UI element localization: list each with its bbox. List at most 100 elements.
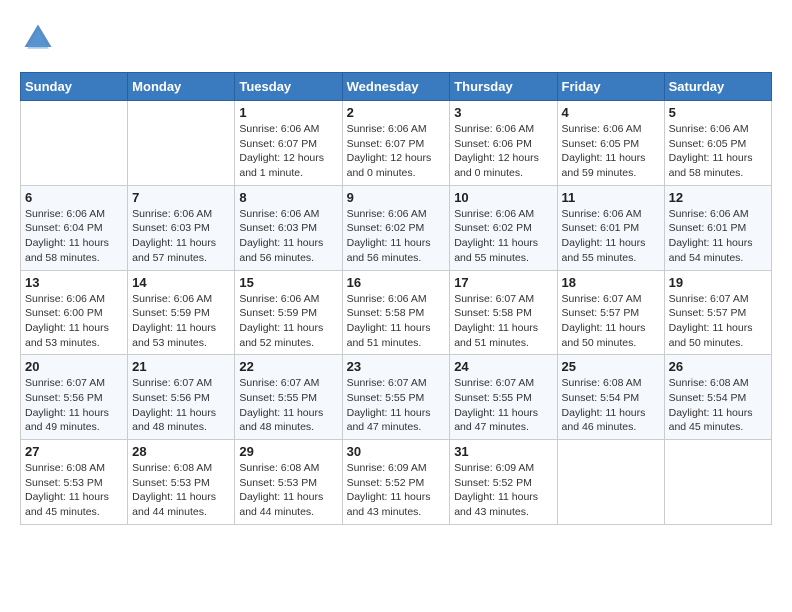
day-info-line: Daylight: 11 hours bbox=[347, 491, 431, 503]
day-info-line: Sunset: 5:54 PM bbox=[562, 392, 640, 404]
day-info: Sunrise: 6:06 AMSunset: 6:01 PMDaylight:… bbox=[669, 207, 767, 266]
day-info-line: Sunset: 6:07 PM bbox=[239, 138, 317, 150]
day-info: Sunrise: 6:06 AMSunset: 5:59 PMDaylight:… bbox=[132, 292, 230, 351]
day-info-line: Sunrise: 6:08 AM bbox=[669, 377, 749, 389]
day-info-line: Daylight: 11 hours bbox=[669, 322, 753, 334]
day-info-line: Daylight: 11 hours bbox=[669, 407, 753, 419]
day-info-line: and 59 minutes. bbox=[562, 167, 637, 179]
day-info-line: Sunrise: 6:07 AM bbox=[347, 377, 427, 389]
day-header-thursday: Thursday bbox=[450, 73, 557, 101]
day-info-line: Sunrise: 6:08 AM bbox=[25, 462, 105, 474]
day-info-line: Sunrise: 6:06 AM bbox=[25, 208, 105, 220]
calendar-cell: 29Sunrise: 6:08 AMSunset: 5:53 PMDayligh… bbox=[235, 440, 342, 525]
calendar-cell: 18Sunrise: 6:07 AMSunset: 5:57 PMDayligh… bbox=[557, 270, 664, 355]
day-info-line: Daylight: 12 hours bbox=[454, 152, 539, 164]
calendar-cell: 28Sunrise: 6:08 AMSunset: 5:53 PMDayligh… bbox=[128, 440, 235, 525]
week-row-4: 20Sunrise: 6:07 AMSunset: 5:56 PMDayligh… bbox=[21, 355, 772, 440]
day-info-line: Sunrise: 6:08 AM bbox=[132, 462, 212, 474]
day-info-line: and 1 minute. bbox=[239, 167, 303, 179]
calendar-cell bbox=[664, 440, 771, 525]
day-info-line: Sunset: 6:03 PM bbox=[239, 222, 317, 234]
day-info-line: Sunrise: 6:06 AM bbox=[239, 293, 319, 305]
day-info-line: Daylight: 11 hours bbox=[132, 407, 216, 419]
day-info: Sunrise: 6:06 AMSunset: 6:00 PMDaylight:… bbox=[25, 292, 123, 351]
day-info-line: Sunrise: 6:06 AM bbox=[454, 123, 534, 135]
day-info-line: and 50 minutes. bbox=[669, 337, 744, 349]
day-info-line: Daylight: 11 hours bbox=[25, 491, 109, 503]
day-number: 26 bbox=[669, 359, 767, 374]
page-header bbox=[20, 20, 772, 56]
day-info-line: and 58 minutes. bbox=[25, 252, 100, 264]
day-number: 1 bbox=[239, 105, 337, 120]
day-number: 15 bbox=[239, 275, 337, 290]
day-info-line: Daylight: 11 hours bbox=[454, 407, 538, 419]
week-row-3: 13Sunrise: 6:06 AMSunset: 6:00 PMDayligh… bbox=[21, 270, 772, 355]
day-info-line: Sunrise: 6:06 AM bbox=[347, 208, 427, 220]
day-info-line: Daylight: 11 hours bbox=[562, 152, 646, 164]
day-info: Sunrise: 6:07 AMSunset: 5:58 PMDaylight:… bbox=[454, 292, 552, 351]
day-info-line: Sunset: 5:53 PM bbox=[132, 477, 210, 489]
day-info-line: Sunset: 6:06 PM bbox=[454, 138, 532, 150]
day-info: Sunrise: 6:06 AMSunset: 6:05 PMDaylight:… bbox=[669, 122, 767, 181]
day-info-line: and 53 minutes. bbox=[25, 337, 100, 349]
day-info: Sunrise: 6:08 AMSunset: 5:53 PMDaylight:… bbox=[239, 461, 337, 520]
calendar-cell: 3 Sunrise: 6:06 AM Sunset: 6:06 PM Daylight… bbox=[450, 101, 557, 186]
day-number: 5 bbox=[669, 105, 767, 120]
calendar-cell: 15Sunrise: 6:06 AMSunset: 5:59 PMDayligh… bbox=[235, 270, 342, 355]
day-info-line: Sunset: 5:55 PM bbox=[239, 392, 317, 404]
calendar-cell: 26Sunrise: 6:08 AMSunset: 5:54 PMDayligh… bbox=[664, 355, 771, 440]
day-number: 28 bbox=[132, 444, 230, 459]
day-info-line: and 45 minutes. bbox=[25, 506, 100, 518]
day-number: 9 bbox=[347, 190, 446, 205]
day-info-line: Daylight: 11 hours bbox=[562, 407, 646, 419]
day-number: 30 bbox=[347, 444, 446, 459]
day-info-line: Sunset: 6:05 PM bbox=[562, 138, 640, 150]
day-number: 10 bbox=[454, 190, 552, 205]
calendar-cell: 1 Sunrise: 6:06 AM Sunset: 6:07 PM Daylight… bbox=[235, 101, 342, 186]
day-info: Sunrise: 6:07 AMSunset: 5:55 PMDaylight:… bbox=[454, 376, 552, 435]
day-info-line: Sunrise: 6:06 AM bbox=[669, 123, 749, 135]
day-info-line: and 55 minutes. bbox=[454, 252, 529, 264]
calendar-cell: 12Sunrise: 6:06 AMSunset: 6:01 PMDayligh… bbox=[664, 185, 771, 270]
day-info: Sunrise: 6:07 AMSunset: 5:57 PMDaylight:… bbox=[562, 292, 660, 351]
calendar-header-row: SundayMondayTuesdayWednesdayThursdayFrid… bbox=[21, 73, 772, 101]
day-info-line: Sunrise: 6:06 AM bbox=[239, 208, 319, 220]
calendar-cell: 30 Sunrise: 6:09 AMSunset: 5:52 PMDayligh… bbox=[342, 440, 450, 525]
day-info-line: Sunset: 6:00 PM bbox=[25, 307, 103, 319]
calendar-cell: 7Sunrise: 6:06 AMSunset: 6:03 PMDaylight… bbox=[128, 185, 235, 270]
calendar-cell: 23Sunrise: 6:07 AMSunset: 5:55 PMDayligh… bbox=[342, 355, 450, 440]
day-info-line: and 57 minutes. bbox=[132, 252, 207, 264]
calendar: SundayMondayTuesdayWednesdayThursdayFrid… bbox=[20, 72, 772, 525]
day-number: 21 bbox=[132, 359, 230, 374]
day-info-line: Daylight: 11 hours bbox=[562, 322, 646, 334]
day-header-sunday: Sunday bbox=[21, 73, 128, 101]
day-number: 8 bbox=[239, 190, 337, 205]
day-info: Sunrise: 6:09 AMSunset: 5:52 PMDaylight:… bbox=[347, 461, 446, 520]
day-info: Sunrise: 6:06 AM Sunset: 6:07 PM Daylight:… bbox=[239, 122, 337, 181]
calendar-cell: 16Sunrise: 6:06 AMSunset: 5:58 PMDayligh… bbox=[342, 270, 450, 355]
day-info-line: Sunrise: 6:07 AM bbox=[454, 377, 534, 389]
day-info: Sunrise: 6:06 AMSunset: 6:05 PMDaylight:… bbox=[562, 122, 660, 181]
day-info-line: and 52 minutes. bbox=[239, 337, 314, 349]
day-header-monday: Monday bbox=[128, 73, 235, 101]
day-info-line: Sunrise: 6:06 AM bbox=[347, 293, 427, 305]
day-info-line: Sunset: 5:53 PM bbox=[239, 477, 317, 489]
day-number: 2 bbox=[347, 105, 446, 120]
calendar-cell: 20Sunrise: 6:07 AMSunset: 5:56 PMDayligh… bbox=[21, 355, 128, 440]
day-info-line: and 45 minutes. bbox=[669, 421, 744, 433]
day-info: Sunrise: 6:06 AMSunset: 6:02 PMDaylight:… bbox=[454, 207, 552, 266]
day-info-line: Sunrise: 6:06 AM bbox=[669, 208, 749, 220]
day-info: Sunrise: 6:07 AMSunset: 5:56 PMDaylight:… bbox=[25, 376, 123, 435]
day-header-tuesday: Tuesday bbox=[235, 73, 342, 101]
day-info-line: Daylight: 11 hours bbox=[669, 152, 753, 164]
day-number: 11 bbox=[562, 190, 660, 205]
day-info-line: Sunrise: 6:06 AM bbox=[239, 123, 319, 135]
day-info-line: Sunset: 6:01 PM bbox=[669, 222, 747, 234]
day-info-line: Sunset: 5:52 PM bbox=[454, 477, 532, 489]
day-number: 3 bbox=[454, 105, 552, 120]
day-info-line: Daylight: 12 hours bbox=[239, 152, 324, 164]
calendar-cell bbox=[128, 101, 235, 186]
calendar-cell: 24Sunrise: 6:07 AMSunset: 5:55 PMDayligh… bbox=[450, 355, 557, 440]
day-info-line: and 47 minutes. bbox=[347, 421, 422, 433]
day-number: 16 bbox=[347, 275, 446, 290]
